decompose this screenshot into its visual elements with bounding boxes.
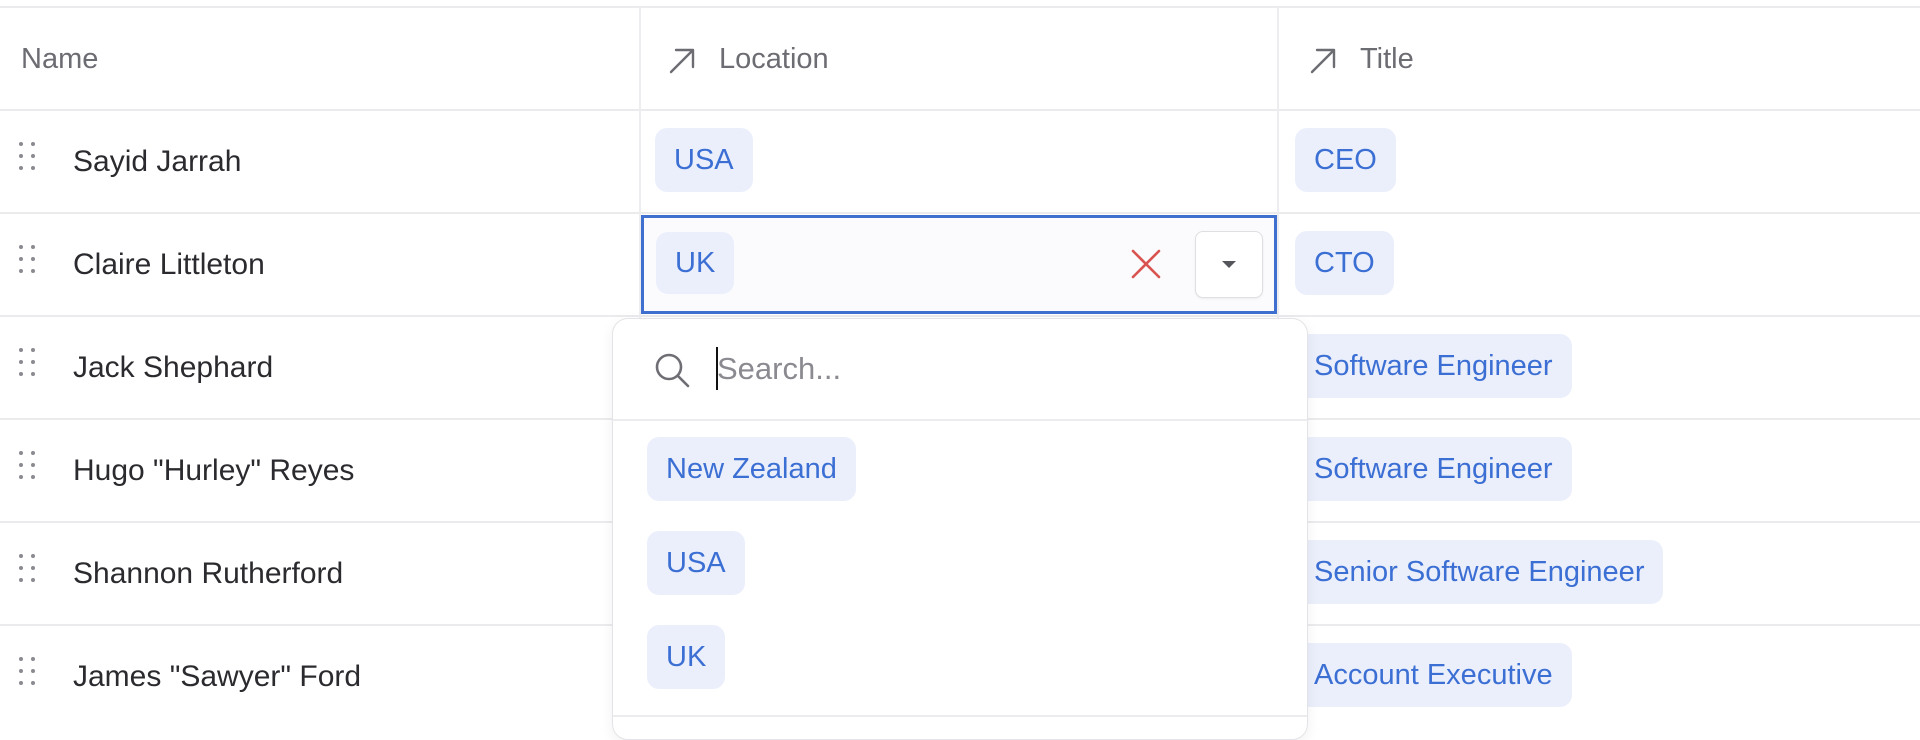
column-header-label: Title: [1360, 43, 1414, 75]
column-header-label: Location: [719, 43, 829, 75]
arrow-up-right-icon: [1308, 45, 1338, 75]
selected-location-tag[interactable]: UK: [656, 232, 735, 294]
option-item[interactable]: UK: [647, 625, 726, 689]
search-icon: [653, 351, 693, 391]
column-header-title[interactable]: Title: [1308, 9, 1414, 110]
option-item[interactable]: USA: [647, 531, 745, 595]
location-options-popover: New Zealand USA UK: [612, 318, 1308, 740]
option-item[interactable]: New Zealand: [647, 437, 856, 501]
dropdown-toggle-button[interactable]: [1195, 231, 1263, 298]
search-bar: [613, 319, 1307, 421]
option-tag: New Zealand: [647, 437, 856, 501]
drag-handle-icon[interactable]: [18, 347, 38, 377]
arrow-up-right-icon: [667, 45, 697, 75]
drag-handle-icon[interactable]: [18, 656, 38, 686]
drag-handle-icon[interactable]: [18, 553, 38, 583]
title-tag[interactable]: CEO: [1295, 128, 1396, 192]
caret-down-icon: [1222, 261, 1236, 268]
option-tag: USA: [647, 531, 745, 595]
title-tag[interactable]: Software Engineer: [1295, 334, 1572, 398]
drag-handle-icon[interactable]: [18, 141, 38, 171]
title-tag[interactable]: Account Executive: [1295, 643, 1572, 707]
cell-name: Sayid Jarrah: [73, 144, 242, 178]
search-input[interactable]: [717, 341, 1277, 397]
location-tag[interactable]: USA: [655, 128, 753, 192]
title-tag[interactable]: Senior Software Engineer: [1295, 540, 1664, 604]
popover-divider: [613, 715, 1307, 717]
drag-handle-icon[interactable]: [18, 450, 38, 480]
cell-name: Claire Littleton: [73, 247, 265, 281]
column-header-label: Name: [21, 43, 99, 75]
title-tag[interactable]: Software Engineer: [1295, 437, 1572, 501]
cell-name: Jack Shephard: [73, 350, 274, 384]
location-cell-editor[interactable]: UK: [641, 215, 1277, 314]
option-tag: UK: [647, 625, 726, 689]
close-icon[interactable]: [1130, 248, 1162, 280]
text-caret: [716, 347, 718, 390]
cell-name: Shannon Rutherford: [73, 556, 344, 590]
row-divider: [0, 6, 1920, 8]
table-row[interactable]: Sayid Jarrah USA CEO: [0, 111, 1920, 212]
column-header-location[interactable]: Location: [667, 9, 829, 110]
cell-name: Hugo "Hurley" Reyes: [73, 453, 355, 487]
title-tag[interactable]: CTO: [1295, 231, 1394, 295]
column-header-name[interactable]: Name: [21, 9, 98, 110]
drag-handle-icon[interactable]: [18, 244, 38, 274]
cell-name: James "Sawyer" Ford: [73, 659, 362, 693]
